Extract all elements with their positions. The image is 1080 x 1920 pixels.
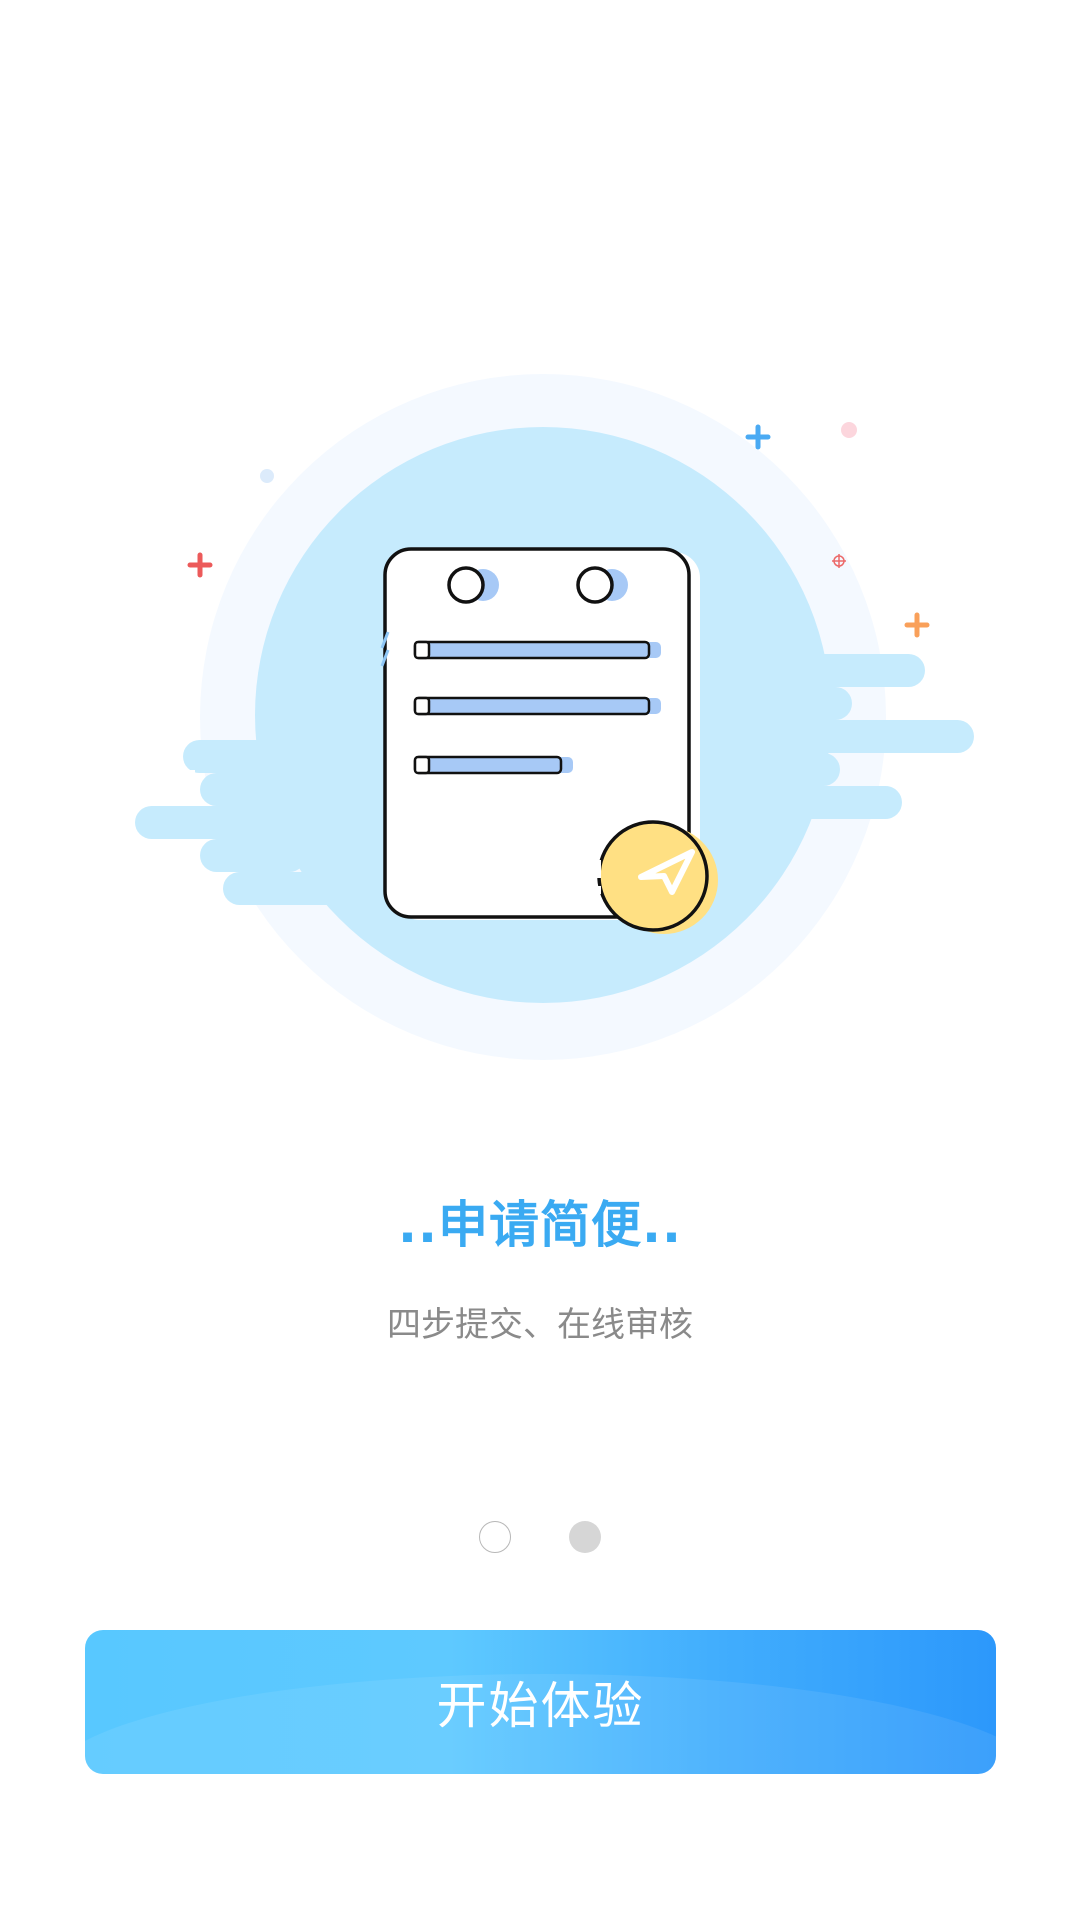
right-cloud-stripes — [740, 654, 974, 819]
start-experience-button[interactable]: 开始体验 — [85, 1630, 996, 1774]
sparkle-orange-plus — [904, 612, 930, 638]
sparkle-blue-plus — [745, 424, 771, 450]
onboarding-page: ..申请简便.. 四步提交、在线审核 开始体验 — [0, 0, 1080, 1920]
start-experience-button-label: 开始体验 — [436, 1677, 645, 1735]
binder-ring-left — [447, 566, 485, 604]
sparkle-pink-dot — [841, 422, 857, 438]
binder-ring-right — [576, 566, 614, 604]
sparkle-blue-dot — [260, 469, 274, 483]
sparkle-red-plus — [187, 552, 213, 578]
pagination-dot-2[interactable] — [569, 1521, 601, 1553]
page-subtitle: 四步提交、在线审核 — [387, 1305, 693, 1345]
pagination-dots — [0, 1521, 1080, 1555]
pagination-dot-1[interactable] — [479, 1521, 511, 1553]
page-title: ..申请简便.. — [398, 1196, 682, 1254]
left-cloud-gaps — [183, 770, 195, 776]
application-illustration — [135, 374, 974, 1060]
